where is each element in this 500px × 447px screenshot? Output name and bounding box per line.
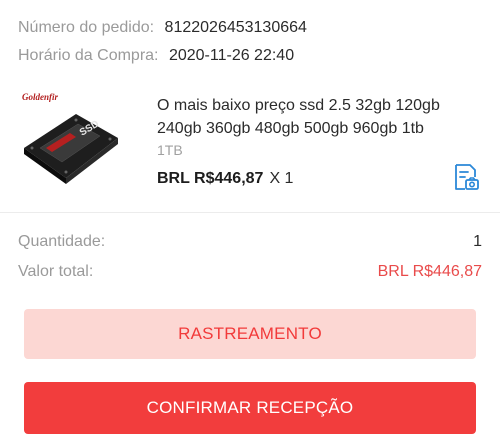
total-label: Valor total: [18, 263, 94, 280]
tracking-button[interactable]: RASTREAMENTO [24, 309, 476, 359]
total-value: BRL R$446,87 [377, 263, 482, 280]
product-price-line: BRL R$446,87 X 1 [157, 170, 293, 188]
product-title[interactable]: O mais baixo preço ssd 2.5 32gb 120gb 24… [157, 94, 482, 140]
order-number-value: 8122026453130664 [164, 19, 307, 36]
purchase-time-label: Horário da Compra: [18, 47, 159, 64]
quantity-value: 1 [473, 233, 482, 250]
product-quantity: X 1 [269, 170, 294, 187]
quantity-row: Quantidade: 1 [18, 232, 482, 252]
order-number-label: Número do pedido: [18, 19, 155, 36]
product-thumbnail[interactable]: Goldenfir SSD [18, 88, 122, 192]
snapshot-icon[interactable] [450, 162, 480, 192]
product-variant: 1TB [157, 142, 183, 158]
total-row: Valor total: BRL R$446,87 [18, 262, 482, 282]
ssd-image: Goldenfir SSD [22, 92, 118, 184]
quantity-label: Quantidade: [18, 233, 106, 250]
product-price: BRL R$446,87 [157, 170, 264, 187]
purchase-time-value: 2020-11-26 22:40 [168, 47, 295, 64]
purchase-time-row: Horário da Compra: 2020-11-26 22:40 [18, 46, 294, 66]
section-divider [0, 212, 500, 213]
confirm-receipt-button[interactable]: CONFIRMAR RECEPÇÃO [24, 382, 476, 434]
order-number-row: Número do pedido: 8122026453130664 [18, 18, 307, 38]
brand-logo: Goldenfir [22, 92, 58, 102]
